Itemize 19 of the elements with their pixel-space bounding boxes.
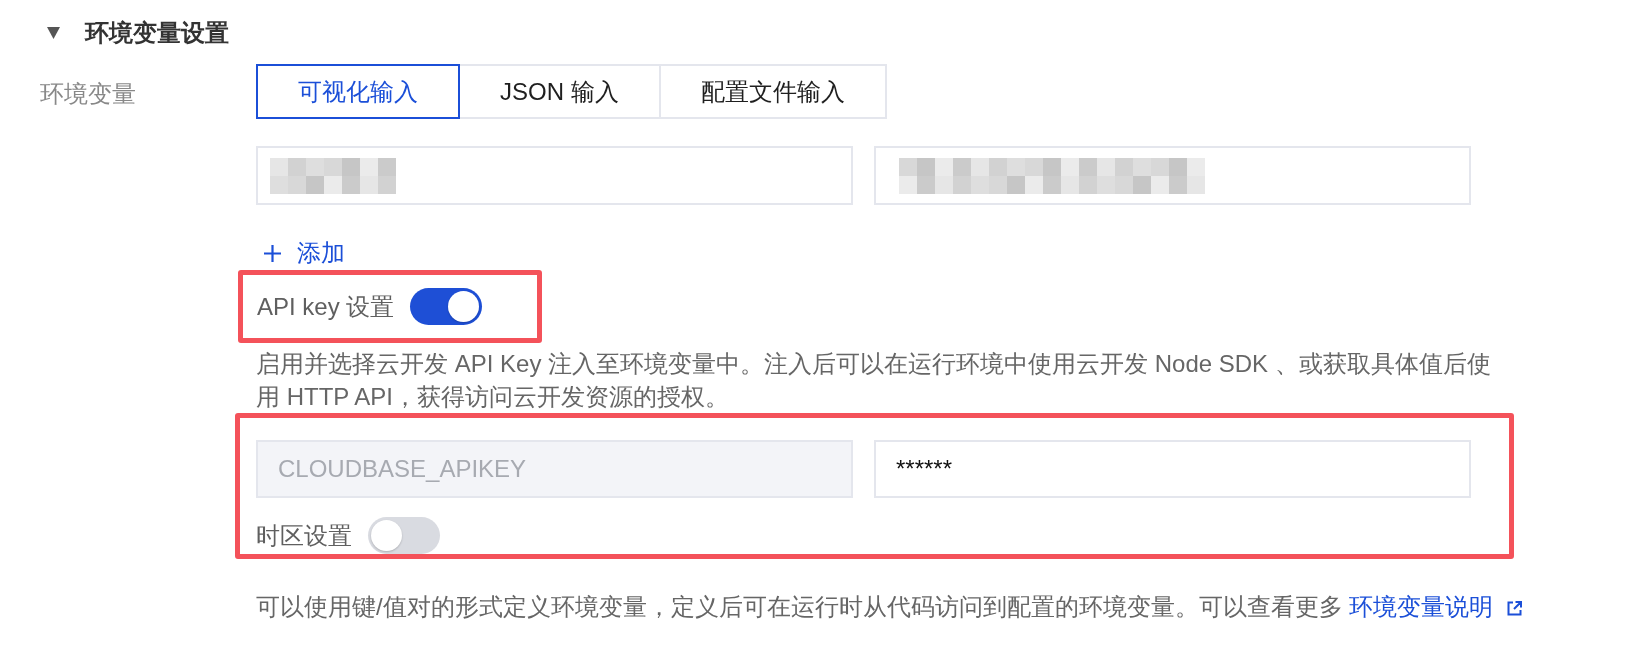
tab[interactable]: 可视化输入 [256,64,460,119]
plus-icon [264,244,281,262]
help-text: 可以使用键/值对的形式定义环境变量，定义后可在运行时从代码访问到配置的环境变量。可以查看更多 环境变量说明 [256,590,1523,624]
field-label: 环境变量 [40,79,137,109]
input-field[interactable] [256,146,853,205]
tab[interactable]: 配置文件输入 [658,64,887,119]
external-link-icon [1507,601,1523,616]
section-title: 环境变量设置 [85,18,229,48]
setting-label: 时区设置 [256,520,352,551]
input-field[interactable]: ****** [874,440,1471,498]
toggle-switch[interactable] [368,517,440,554]
input-field[interactable] [874,146,1471,205]
tab[interactable]: JSON 输入 [458,64,661,119]
description-text: 启用并选择云开发 API Key 注入至环境变量中。注入后可以在运行环境中使用云开发 Node SDK 、或获取具体值后使用 HTTP API，获得访问云开发资源的授权。 [256,349,1492,412]
setting-label: API key 设置 [257,291,395,322]
add-button[interactable]: 添加 [264,236,345,270]
docs-link[interactable]: 环境变量说明 [1349,593,1523,620]
toggle-switch[interactable] [410,288,483,325]
caret-down-icon[interactable] [47,27,60,39]
